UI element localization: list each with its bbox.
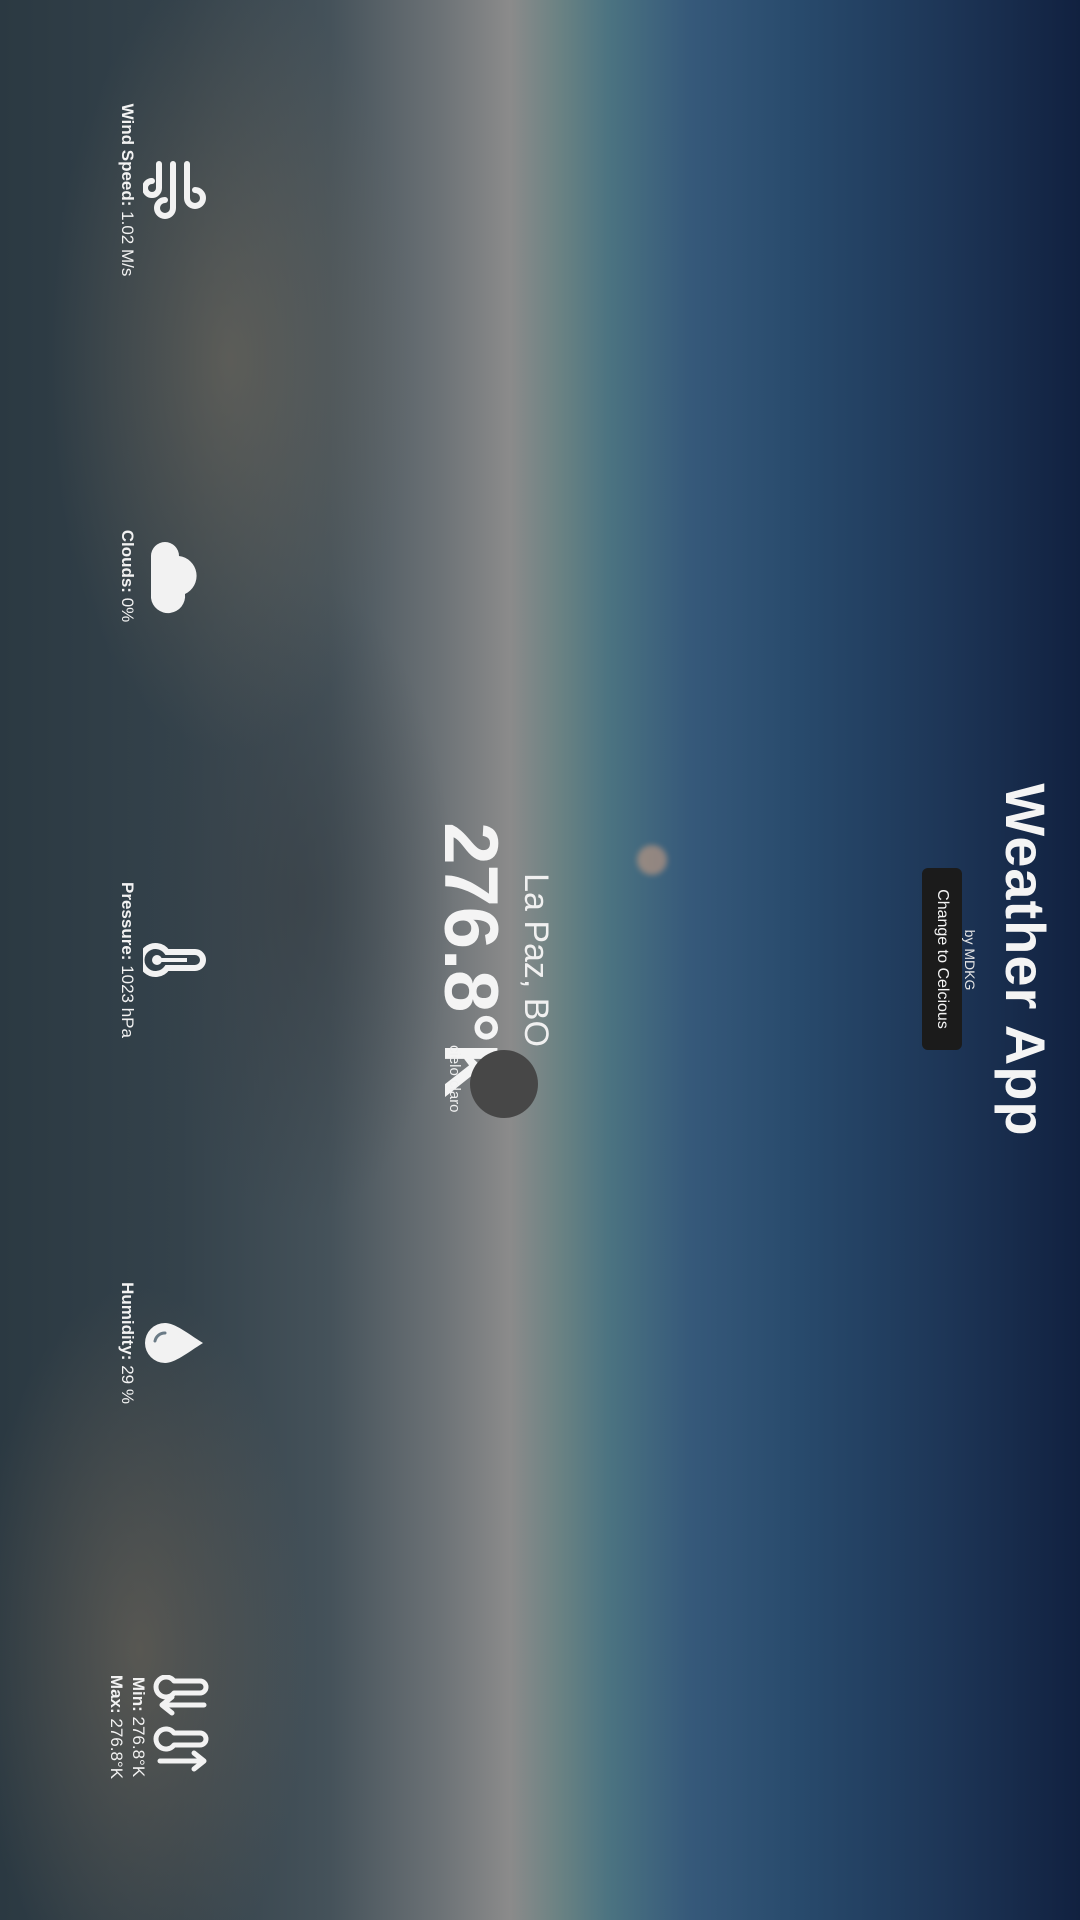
humidity-stat: Humidity: 29 % <box>117 1213 207 1473</box>
wind-speed-label: Wind Speed: <box>118 103 137 207</box>
clouds-label: Clouds: <box>118 529 137 593</box>
max-temp-label: Max: <box>107 1674 126 1714</box>
clouds-stat: Clouds: 0% <box>117 446 207 706</box>
pressure-value: 1023 hPa <box>118 965 137 1038</box>
clear-sky-icon <box>470 1050 538 1118</box>
clouds-value: 0% <box>118 597 137 623</box>
weather-app: Weather App by MDKG Change to Celcious L… <box>0 0 1080 1920</box>
pressure-label: Pressure: <box>118 882 137 961</box>
thermometer-icon <box>143 943 206 977</box>
min-temp-label: Min: <box>129 1676 148 1712</box>
min-max-stat: Min: 276.8°K Max: 276.8°K <box>106 1597 212 1857</box>
wind-speed-stat: Wind Speed: 1.02 M/s <box>117 60 207 320</box>
droplet-icon <box>145 1323 203 1363</box>
humidity-value: 29 % <box>118 1365 137 1404</box>
min-max-temperature-icon <box>153 1675 209 1772</box>
app-byline: by MDKG <box>962 929 978 991</box>
min-temp-value: 276.8°K <box>129 1716 148 1778</box>
max-temp-value: 276.8°K <box>107 1718 126 1780</box>
change-unit-button[interactable]: Change to Celcious <box>922 868 962 1050</box>
weather-description: cielo claro <box>446 1045 463 1113</box>
sun-glow <box>637 845 667 875</box>
humidity-label: Humidity: <box>118 1282 137 1361</box>
location-name: La Paz, BO <box>517 873 555 1047</box>
pressure-stat: Pressure: 1023 hPa <box>117 830 207 1090</box>
app-title: Weather App <box>994 783 1057 1137</box>
wind-icon <box>143 161 206 219</box>
wind-speed-value: 1.02 M/s <box>118 211 137 277</box>
cloud-icon <box>151 542 197 614</box>
current-temperature: 276.8°K <box>428 822 513 1098</box>
